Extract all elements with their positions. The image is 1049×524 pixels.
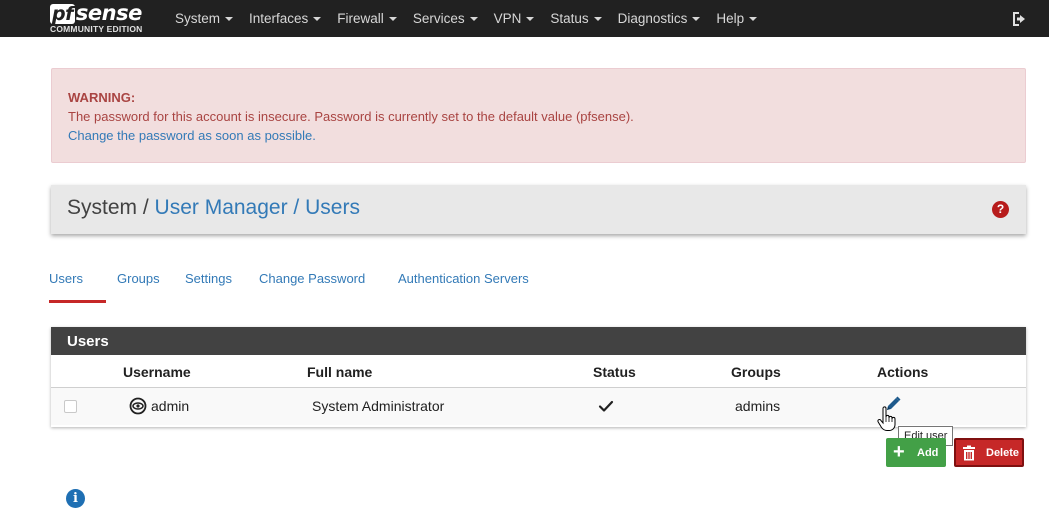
menu-status[interactable]: Status — [550, 11, 602, 26]
caret-down-icon — [388, 16, 397, 21]
check-icon — [598, 400, 614, 412]
breadcrumb: System / User Manager / Users — [67, 196, 360, 220]
cell-fullname: System Administrator — [312, 398, 445, 414]
caret-down-icon — [749, 16, 758, 21]
breadcrumb-user-manager[interactable]: User Manager / — [155, 196, 300, 219]
trash-icon — [963, 445, 975, 461]
column-header-groups[interactable]: Groups — [731, 364, 781, 380]
change-password-link[interactable]: Change the password as soon as possible. — [68, 128, 316, 143]
hand-cursor-icon — [877, 406, 896, 431]
tab-authentication-servers[interactable]: Authentication Servers — [398, 271, 529, 286]
menu-interfaces[interactable]: Interfaces — [249, 11, 322, 26]
logout-icon[interactable] — [1011, 10, 1029, 28]
cell-username: admin — [151, 398, 190, 414]
caret-down-icon — [526, 16, 535, 21]
info-icon[interactable]: i — [66, 489, 85, 508]
column-header-username[interactable]: Username — [123, 364, 191, 380]
active-tab-indicator — [49, 300, 106, 303]
column-header-fullname[interactable]: Full name — [307, 364, 372, 380]
plus-icon: + — [893, 441, 905, 463]
tab-change-password[interactable]: Change Password — [259, 271, 365, 286]
add-button-label: Add — [917, 447, 939, 459]
menu-system[interactable]: System — [175, 11, 234, 26]
tab-settings[interactable]: Settings — [185, 271, 232, 286]
menu-firewall[interactable]: Firewall — [337, 11, 397, 26]
row-select-checkbox[interactable] — [64, 400, 77, 413]
caret-down-icon — [313, 16, 322, 21]
caret-down-icon — [692, 16, 701, 21]
logo-edition: COMMUNITY EDITION — [50, 24, 143, 34]
breadcrumb-panel: System / User Manager / Users ? — [51, 185, 1026, 234]
caret-down-icon — [225, 16, 234, 21]
menu-vpn[interactable]: VPN — [494, 11, 535, 26]
top-navbar: pf sense COMMUNITY EDITION System Interfa… — [0, 0, 1049, 37]
tab-users[interactable]: Users — [49, 271, 83, 286]
add-user-button[interactable]: + Add — [886, 438, 946, 467]
warning-title: WARNING: — [68, 90, 136, 105]
user-enabled-icon — [129, 397, 147, 415]
column-header-status[interactable]: Status — [593, 364, 636, 380]
panel-title: Users — [67, 333, 109, 350]
caret-down-icon — [469, 16, 478, 21]
main-menu: System Interfaces Firewall Services VPN … — [175, 0, 773, 37]
breadcrumb-system: System / — [67, 196, 149, 219]
delete-button-label: Delete — [986, 447, 1020, 459]
caret-down-icon — [593, 16, 602, 21]
pfsense-logo[interactable]: pf sense COMMUNITY EDITION — [50, 1, 160, 34]
delete-button[interactable]: Delete — [954, 438, 1024, 467]
menu-services[interactable]: Services — [413, 11, 478, 26]
tab-groups[interactable]: Groups — [117, 271, 160, 286]
menu-diagnostics[interactable]: Diagnostics — [618, 11, 701, 26]
warning-message: The password for this account is insecur… — [68, 109, 634, 124]
help-icon[interactable]: ? — [992, 201, 1009, 218]
password-warning-alert: WARNING: The password for this account i… — [51, 68, 1026, 163]
logo-wordmark: pf sense — [50, 1, 142, 25]
breadcrumb-users[interactable]: Users — [305, 196, 360, 219]
panel-heading: Users — [51, 327, 1026, 355]
cell-groups: admins — [735, 398, 781, 414]
menu-help[interactable]: Help — [716, 11, 758, 26]
column-header-actions: Actions — [877, 364, 929, 380]
